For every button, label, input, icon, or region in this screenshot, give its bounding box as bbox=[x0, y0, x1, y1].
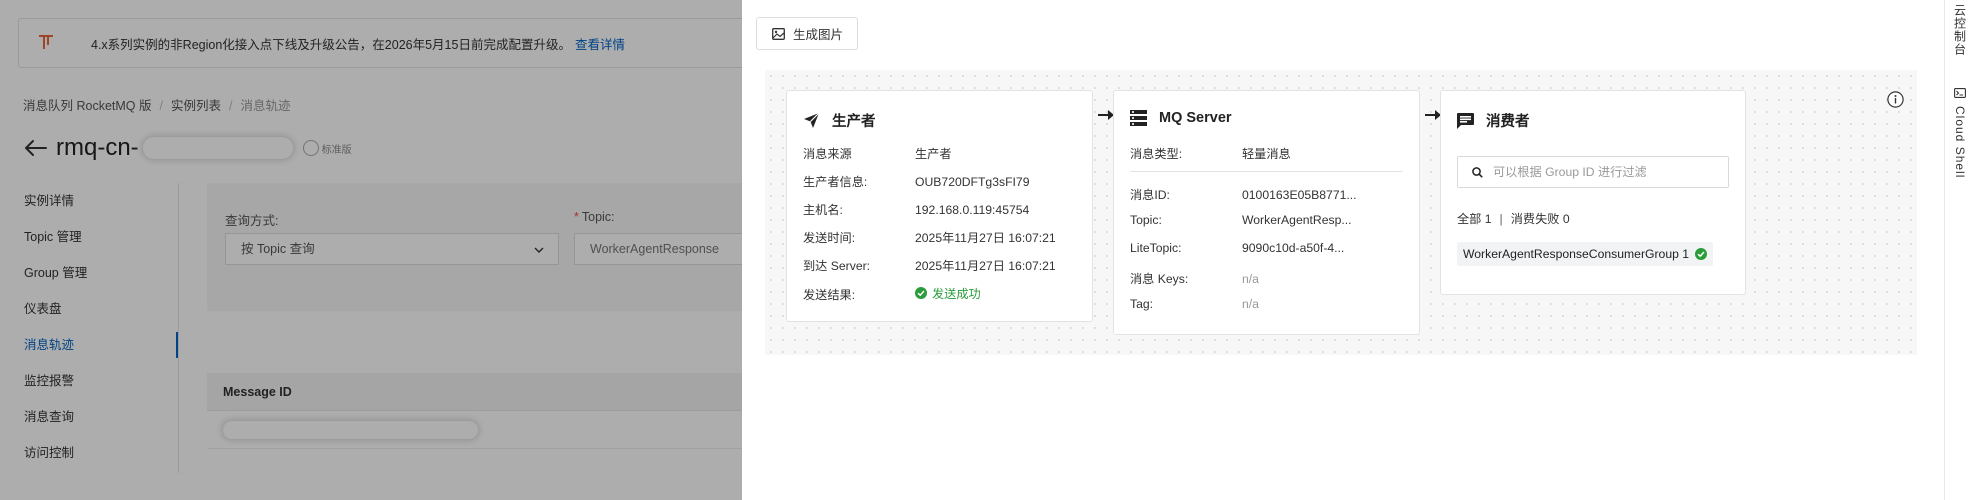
producer-source-value: 生产者 bbox=[915, 147, 952, 161]
producer-send-time-key: 发送时间: bbox=[803, 231, 856, 245]
consumer-group-chip[interactable]: WorkerAgentResponseConsumerGroup 1 bbox=[1457, 242, 1714, 266]
failed-count[interactable]: 消费失败 0 bbox=[1511, 212, 1570, 226]
message-type-key: 消息类型: bbox=[1130, 147, 1183, 161]
producer-arrive-value: 2025年11月27日 16:07:21 bbox=[915, 259, 1056, 273]
producer-title: 生产者 bbox=[803, 110, 876, 131]
producer-result-key: 发送结果: bbox=[803, 288, 856, 302]
group-filter-input[interactable] bbox=[1493, 165, 1713, 179]
consumer-title-text: 消费者 bbox=[1486, 114, 1530, 130]
consume-counts: 全部 1 | 消费失败 0 bbox=[1457, 209, 1570, 227]
producer-result-row: 发送结果: 发送成功 bbox=[803, 284, 981, 303]
producer-source-key: 消息来源 bbox=[803, 147, 852, 161]
producer-send-time-value: 2025年11月27日 16:07:21 bbox=[915, 231, 1056, 245]
topic-row: Topic: WorkerAgentResp... bbox=[1130, 213, 1352, 227]
info-icon[interactable] bbox=[1887, 91, 1904, 108]
message-id-row: 消息ID: 0100163E05B8771... bbox=[1130, 185, 1357, 203]
rail-console-label: 云控制台 bbox=[1952, 4, 1967, 56]
count-separator: | bbox=[1499, 212, 1503, 226]
producer-send-time-row: 发送时间: 2025年11月27日 16:07:21 bbox=[803, 228, 1056, 246]
lite-topic-value: 9090c10d-a50f-4... bbox=[1242, 241, 1345, 255]
check-circle-icon bbox=[915, 287, 927, 299]
producer-host-row: 主机名: 192.168.0.119:45754 bbox=[803, 200, 1029, 218]
producer-result-text: 发送成功 bbox=[932, 287, 981, 301]
message-type-value: 轻量消息 bbox=[1242, 147, 1291, 161]
group-filter-box bbox=[1457, 156, 1729, 188]
tag-key: Tag: bbox=[1130, 297, 1154, 311]
trace-canvas: 生产者 消息来源 生产者 生产者信息: OUB720DFTg3sFI79 主机名: 1… bbox=[765, 70, 1917, 355]
producer-host-key: 主机名: bbox=[803, 203, 843, 217]
producer-host-value: 192.168.0.119:45754 bbox=[915, 203, 1030, 217]
topic-key: Topic: bbox=[1130, 213, 1162, 227]
producer-info-key: 生产者信息: bbox=[803, 175, 868, 189]
topic-value-text: WorkerAgentResp... bbox=[1242, 213, 1352, 227]
consumer-group-name: WorkerAgentResponseConsumerGroup 1 bbox=[1463, 247, 1690, 261]
producer-info-value: OUB720DFTg3sFI79 bbox=[915, 175, 1030, 189]
tag-value: n/a bbox=[1242, 297, 1259, 311]
producer-source-row: 消息来源 生产者 bbox=[803, 144, 952, 162]
tag-row: Tag: n/a bbox=[1130, 297, 1259, 311]
send-icon bbox=[804, 112, 820, 128]
generate-image-button[interactable]: 生成图片 bbox=[756, 17, 858, 50]
mq-server-title-text: MQ Server bbox=[1159, 110, 1232, 126]
modal-overlay[interactable] bbox=[0, 0, 742, 500]
consumer-title: 消费者 bbox=[1457, 110, 1530, 131]
arrow-right-icon bbox=[1098, 110, 1114, 120]
total-count[interactable]: 全部 1 bbox=[1457, 212, 1492, 226]
producer-result-value: 发送成功 bbox=[915, 284, 981, 302]
message-keys-row: 消息 Keys: n/a bbox=[1130, 269, 1259, 287]
consumer-card: 消费者 全部 1 | 消费失败 0 WorkerAgentResponseConsu… bbox=[1440, 90, 1746, 295]
search-icon bbox=[1472, 166, 1483, 178]
producer-title-text: 生产者 bbox=[832, 114, 876, 130]
producer-info-row: 生产者信息: OUB720DFTg3sFI79 bbox=[803, 172, 1029, 190]
server-icon bbox=[1130, 110, 1147, 126]
generate-image-label: 生成图片 bbox=[793, 28, 844, 42]
card-divider bbox=[1130, 171, 1403, 172]
message-type-row: 消息类型: 轻量消息 bbox=[1130, 144, 1291, 162]
rail-tab-console[interactable]: 云控制台 bbox=[1945, 0, 1974, 68]
producer-card: 生产者 消息来源 生产者 生产者信息: OUB720DFTg3sFI79 主机名: 1… bbox=[786, 90, 1093, 322]
rail-tab-cloud-shell[interactable]: Cloud Shell bbox=[1945, 88, 1974, 178]
image-icon bbox=[772, 27, 785, 40]
arrow-right-icon bbox=[1425, 110, 1441, 120]
message-id-key: 消息ID: bbox=[1130, 188, 1170, 202]
message-keys-key: 消息 Keys: bbox=[1130, 272, 1189, 286]
message-keys-value: n/a bbox=[1242, 272, 1259, 286]
producer-arrive-row: 到达 Server: 2025年11月27日 16:07:21 bbox=[803, 256, 1056, 274]
right-rail: 云控制台 Cloud Shell bbox=[1944, 0, 1974, 500]
terminal-icon bbox=[1954, 88, 1966, 98]
check-circle-icon bbox=[1695, 248, 1708, 260]
producer-arrive-key: 到达 Server: bbox=[803, 259, 871, 273]
lite-topic-key: LiteTopic: bbox=[1130, 241, 1182, 255]
message-id-value: 0100163E05B8771... bbox=[1242, 188, 1357, 202]
message-trace-drawer: 生成图片 生产者 消息来源 生产者 生产者信息: OUB720DFTg3sFI79 … bbox=[742, 0, 1944, 500]
rail-shell-label: Cloud Shell bbox=[1953, 106, 1967, 179]
lite-topic-row: LiteTopic: 9090c10d-a50f-4... bbox=[1130, 241, 1344, 255]
mq-server-card: MQ Server 消息类型: 轻量消息 消息ID: 0100163E05B8771… bbox=[1113, 90, 1420, 335]
chat-icon bbox=[1457, 112, 1474, 129]
mq-server-title: MQ Server bbox=[1130, 110, 1232, 126]
